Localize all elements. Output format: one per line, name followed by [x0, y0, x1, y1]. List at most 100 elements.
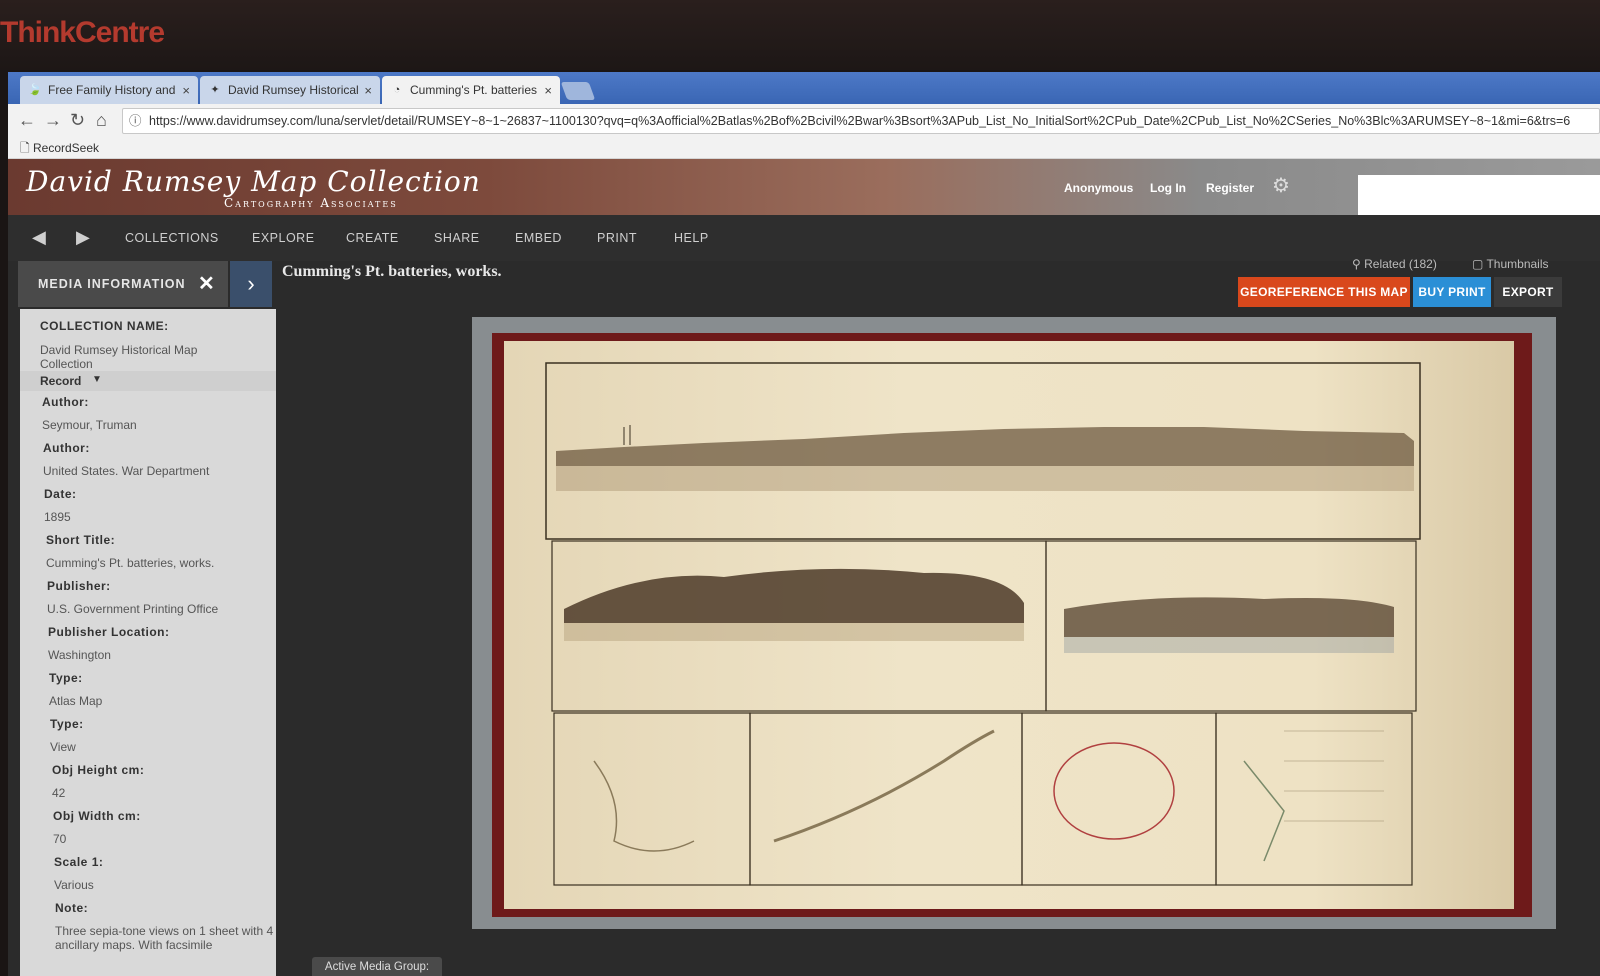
metadata-value[interactable]: Atlas Map	[49, 694, 273, 708]
metadata-value[interactable]: Three sepia-tone views on 1 sheet with 4…	[55, 924, 276, 952]
site-logo-title[interactable]: David Rumsey Map Collection	[26, 165, 481, 198]
metadata-label-text: Scale 1:	[54, 855, 104, 869]
close-icon[interactable]: ×	[544, 83, 552, 98]
metadata-value-text: 42	[52, 786, 66, 800]
metadata-value[interactable]: 42	[52, 786, 276, 800]
login-link[interactable]: Log In	[1150, 181, 1186, 195]
url-input[interactable]: ⓘ https://www.davidrumsey.com/luna/servl…	[122, 108, 1600, 134]
panel-toggle-button[interactable]: ›	[230, 261, 272, 307]
collection-name-label: COLLECTION NAME:	[40, 319, 169, 333]
metadata-value[interactable]: Various	[54, 878, 276, 892]
site-logo-subtitle: Cartography Associates	[224, 196, 398, 210]
metadata-label: Publisher Location:	[48, 625, 170, 639]
nav-print[interactable]: PRINT	[597, 231, 637, 245]
metadata-value[interactable]: Seymour, Truman	[42, 418, 266, 432]
georeference-button[interactable]: GEOREFERENCE THIS MAP	[1238, 277, 1410, 307]
record-section-toggle[interactable]: Record ▼	[20, 371, 276, 391]
close-icon[interactable]: ✕	[198, 271, 216, 296]
monitor-bezel: ThinkCentre	[0, 0, 1600, 70]
metadata-value-text: Atlas Map	[49, 694, 103, 708]
metadata-value-text: United States. War Department	[43, 464, 210, 478]
tab-family-history[interactable]: 🍃 Free Family History and ×	[20, 76, 198, 104]
metadata-value[interactable]: 1895	[44, 510, 268, 524]
monitor-brand-logo: ThinkCentre	[0, 16, 165, 49]
reload-icon[interactable]: ↻	[70, 110, 85, 131]
register-link[interactable]: Register	[1206, 181, 1254, 195]
metadata-label: Date:	[44, 487, 77, 501]
metadata-value-text: Cumming's Pt. batteries, works.	[46, 556, 215, 570]
active-media-group-tab[interactable]: Active Media Group:	[312, 957, 442, 976]
metadata-label: Obj Height cm:	[52, 763, 144, 777]
site-header: David Rumsey Map Collection Cartography …	[8, 159, 1600, 219]
atlas-page	[492, 333, 1532, 917]
metadata-value[interactable]: View	[50, 740, 274, 754]
metadata-label: Author:	[42, 395, 89, 409]
metadata-label-text: Author:	[43, 441, 90, 455]
metadata-label-text: Type:	[50, 717, 84, 731]
nav-share[interactable]: SHARE	[434, 231, 480, 245]
nav-create[interactable]: CREATE	[346, 231, 399, 245]
metadata-label-text: Author:	[42, 395, 89, 409]
media-info-panel: COLLECTION NAME: David Rumsey Historical…	[20, 309, 276, 976]
bookmarks-bar: 🗋 RecordSeek	[8, 136, 1600, 159]
tab-label: Free Family History and	[48, 83, 176, 97]
next-arrow-icon[interactable]: ▶	[76, 227, 90, 248]
record-label: Record	[40, 374, 82, 388]
collection-name-value[interactable]: David Rumsey Historical Map Collection	[40, 343, 240, 371]
close-icon[interactable]: ×	[182, 83, 190, 98]
nav-explore[interactable]: EXPLORE	[252, 231, 315, 245]
content-area: MEDIA INFORMATION ✕ › COLLECTION NAME: D…	[8, 257, 1600, 976]
metadata-label-text: Type:	[49, 671, 83, 685]
gear-icon[interactable]: ⚙	[1272, 173, 1290, 198]
loading-icon: ◔	[393, 84, 401, 96]
related-label: Related (182)	[1364, 257, 1437, 271]
metadata-value[interactable]: 70	[53, 832, 276, 846]
nav-embed[interactable]: EMBED	[515, 231, 562, 245]
metadata-value[interactable]: Cumming's Pt. batteries, works.	[46, 556, 270, 570]
screen: 🍃 Free Family History and × ✦ David Rums…	[8, 72, 1600, 976]
metadata-value[interactable]: U.S. Government Printing Office	[47, 602, 271, 616]
address-bar: ← → ↻ ⌂ ⓘ https://www.davidrumsey.com/lu…	[8, 104, 1600, 136]
metadata-value-text: Seymour, Truman	[42, 418, 137, 432]
forward-arrow-icon[interactable]: →	[44, 110, 62, 131]
metadata-label-text: Obj Height cm:	[52, 763, 145, 777]
metadata-value[interactable]: Washington	[48, 648, 272, 662]
close-icon[interactable]: ×	[364, 83, 372, 98]
triangle-down-icon: ▼	[92, 374, 102, 385]
map-image[interactable]	[504, 341, 1514, 909]
image-viewer[interactable]	[472, 317, 1556, 929]
metadata-label-text: Note:	[55, 901, 89, 915]
metadata-value-text: Washington	[48, 648, 111, 662]
nav-help[interactable]: HELP	[674, 231, 709, 245]
metadata-label-text: Publisher:	[47, 579, 111, 593]
metadata-label: Publisher:	[47, 579, 111, 593]
metadata-value[interactable]: United States. War Department	[43, 464, 267, 478]
metadata-label: Type:	[49, 671, 83, 685]
tab-cummings-pt[interactable]: ◔ Cumming's Pt. batteries ×	[382, 76, 560, 104]
info-icon[interactable]: ⓘ	[129, 109, 142, 133]
page-title: Cumming's Pt. batteries, works.	[282, 263, 502, 280]
metadata-label: Type:	[50, 717, 84, 731]
related-link[interactable]: ⚲ Related (182)	[1352, 257, 1437, 271]
export-button[interactable]: EXPORT	[1494, 277, 1562, 307]
metadata-value-text: Various	[54, 878, 94, 892]
back-arrow-icon[interactable]: ←	[18, 110, 36, 131]
anonymous-link[interactable]: Anonymous	[1064, 181, 1133, 195]
metadata-label: Scale 1:	[54, 855, 103, 869]
buy-print-button[interactable]: BUY PRINT	[1413, 277, 1491, 307]
home-icon[interactable]: ⌂	[96, 110, 107, 131]
metadata-label: Note:	[55, 901, 88, 915]
tab-david-rumsey[interactable]: ✦ David Rumsey Historical ×	[200, 76, 380, 104]
thumbnails-link[interactable]: ▢ Thumbnails	[1472, 257, 1549, 271]
bookmark-recordseek[interactable]: 🗋 RecordSeek	[20, 139, 99, 160]
new-tab-button[interactable]	[560, 82, 596, 100]
main-nav: ◀ ▶ COLLECTIONS EXPLORE CREATE SHARE EMB…	[8, 215, 1600, 261]
metadata-label: Short Title:	[46, 533, 115, 547]
search-input[interactable]	[1358, 175, 1600, 219]
bookmark-label: RecordSeek	[32, 141, 100, 155]
metadata-label: Obj Width cm:	[53, 809, 141, 823]
prev-arrow-icon[interactable]: ◀	[32, 227, 46, 248]
metadata-value-text: Three sepia-tone views on 1 sheet with 4…	[55, 924, 274, 952]
nav-collections[interactable]: COLLECTIONS	[125, 231, 219, 245]
media-info-title: MEDIA INFORMATION	[38, 277, 186, 291]
